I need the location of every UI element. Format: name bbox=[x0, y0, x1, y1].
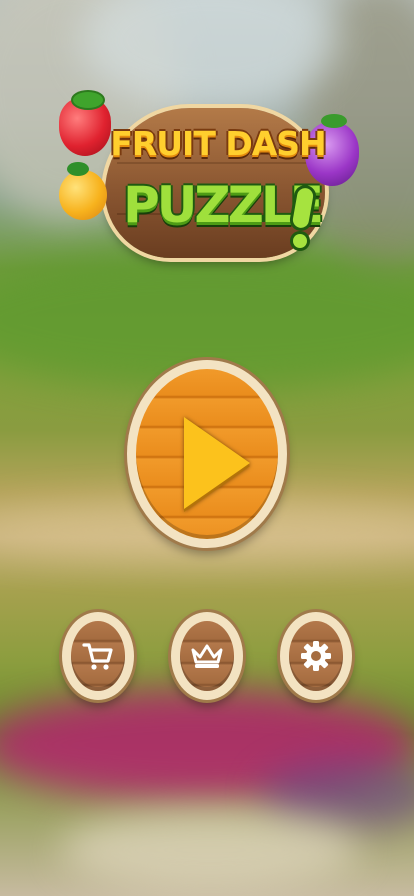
logo-title-line1: FRUIT DASH bbox=[110, 124, 326, 163]
play-button[interactable] bbox=[127, 360, 287, 548]
leaderboard-button[interactable] bbox=[171, 612, 243, 700]
play-icon bbox=[184, 417, 250, 509]
crown-icon bbox=[190, 642, 224, 670]
gear-icon bbox=[300, 640, 332, 672]
shop-button[interactable] bbox=[62, 612, 134, 700]
game-logo: FRUIT DASH PUZZLE bbox=[55, 92, 365, 267]
settings-button[interactable] bbox=[280, 612, 352, 700]
cart-icon bbox=[82, 641, 114, 671]
exclamation-icon bbox=[291, 186, 315, 250]
